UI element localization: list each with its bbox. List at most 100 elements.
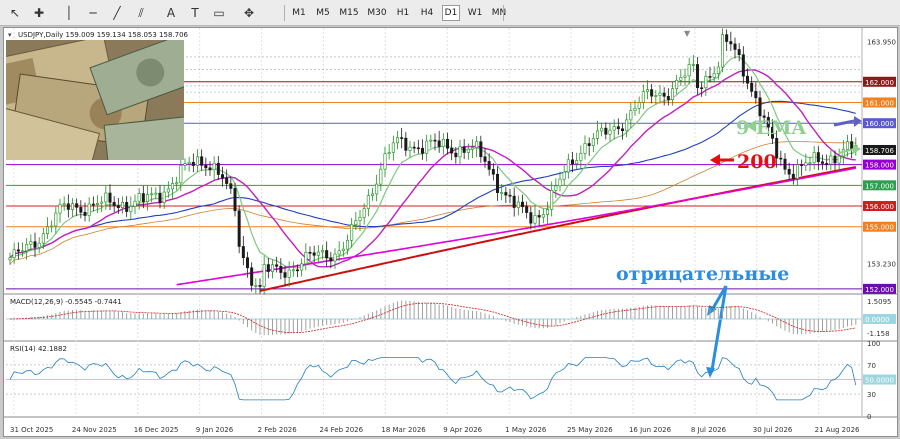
chart-symbol-title: USDJPY,Daily 159.009 159.134 158.053 158…: [18, 31, 189, 39]
candle-body: [158, 192, 162, 203]
candle-body: [150, 193, 154, 196]
candle-body: [300, 263, 304, 271]
ema9-annotation: 9 EMA: [736, 117, 806, 139]
timeframe-m15[interactable]: M15: [338, 5, 360, 21]
toolbar: ↖ ✚ │ ─ ╱ ⫽ A T ▭ ✥ M1 M5 M15 M30 H1 H4 D1 W1 MN: [0, 0, 900, 26]
timeframe-h4[interactable]: H4: [418, 5, 436, 21]
candle-body: [462, 146, 466, 153]
shapes-icon[interactable]: ✥: [240, 4, 258, 22]
candle-body: [320, 250, 324, 253]
trendline-icon[interactable]: ╱: [108, 4, 126, 22]
candle-body: [412, 146, 416, 149]
current-price-label: 158.706: [865, 147, 894, 155]
candle-body: [533, 215, 537, 224]
candle-body: [550, 190, 554, 210]
timeframe-m30[interactable]: M30: [366, 5, 388, 21]
candle-body: [529, 212, 533, 224]
level-label: 155.000: [865, 224, 894, 232]
macd-title: MACD(12,26,9) -0.5545 -0.7441: [10, 298, 122, 306]
candle-body: [725, 34, 729, 42]
timeframe-m1[interactable]: M1: [290, 5, 308, 21]
timeframe-w1[interactable]: W1: [466, 5, 484, 21]
candle-body: [837, 155, 841, 164]
candle-body: [183, 163, 187, 166]
timeframe-m5[interactable]: M5: [314, 5, 332, 21]
candle-body: [266, 264, 270, 272]
candle-body: [25, 244, 29, 252]
candle-body: [358, 217, 362, 222]
candle-body: [504, 192, 508, 196]
candle-body: [729, 41, 733, 45]
candle-body: [341, 248, 345, 252]
candle-body: [225, 177, 229, 184]
candle-body: [591, 138, 595, 146]
candle-body: [200, 156, 204, 166]
label-icon[interactable]: T: [186, 4, 204, 22]
cursor-icon[interactable]: ↖: [6, 4, 24, 22]
candle-body: [583, 143, 587, 154]
candle-body: [787, 169, 791, 175]
rsi-title: RSI(14) 42.1882: [10, 345, 67, 353]
candle-body: [825, 163, 829, 165]
macd-axis-top: 1.5095: [867, 298, 892, 306]
date-axis-label: 18 Mar 2026: [381, 426, 426, 434]
candle-body: [112, 202, 116, 206]
candle-body: [16, 249, 20, 252]
candle-body: [125, 202, 129, 212]
rectangle-icon[interactable]: ▭: [210, 4, 228, 22]
date-axis-label: 9 Apr 2026: [443, 426, 482, 434]
candle-body: [608, 129, 612, 135]
candle-body: [625, 119, 629, 132]
candle-body: [91, 203, 95, 206]
candle-body: [162, 191, 166, 203]
timeframe-mn[interactable]: MN: [490, 5, 508, 21]
candle-body: [654, 95, 658, 97]
candle-body: [441, 138, 445, 147]
vertical-line-icon[interactable]: │: [60, 4, 78, 22]
candle-body: [683, 75, 687, 78]
horizontal-line-icon[interactable]: ─: [84, 4, 102, 22]
candle-body: [779, 157, 783, 160]
candle-body: [600, 127, 604, 132]
crosshair-icon[interactable]: ✚: [30, 4, 48, 22]
candle-body: [262, 264, 266, 287]
currency-banknotes-image: [6, 40, 184, 160]
candle-body: [633, 107, 637, 111]
candle-body: [133, 200, 137, 207]
candle-body: [737, 49, 741, 56]
date-axis-label: 21 Aug 2026: [815, 426, 860, 434]
candle-body: [291, 269, 295, 272]
candle-body: [416, 147, 420, 150]
candle-body: [445, 138, 449, 149]
candle-body: [616, 126, 620, 130]
text-icon[interactable]: A: [162, 4, 180, 22]
toolbar-separator: [284, 5, 285, 21]
timeframe-h1[interactable]: H1: [394, 5, 412, 21]
timeframe-d1[interactable]: D1: [442, 5, 460, 21]
channel-icon[interactable]: ⫽: [132, 4, 150, 22]
candle-body: [783, 158, 787, 170]
candle-body: [121, 202, 125, 208]
candle-body: [466, 148, 470, 153]
candle-body: [675, 80, 679, 90]
candle-body: [204, 165, 208, 169]
candle-body: [483, 156, 487, 162]
candle-body: [487, 161, 491, 170]
candle-body: [270, 264, 274, 272]
date-axis-label: 16 Jun 2026: [629, 426, 672, 434]
candle-body: [662, 92, 666, 97]
chart-window[interactable]: 162.000 161.000 160.000 158.000 157.000 156.0…: [3, 27, 898, 437]
candle-body: [166, 188, 170, 193]
candle-body: [212, 162, 216, 171]
candle-body: [695, 64, 699, 89]
candle-body: [216, 162, 220, 175]
candle-body: [687, 64, 691, 77]
toolbar-separator: [503, 5, 504, 21]
rsi-axis-label: 30: [867, 391, 876, 399]
candle-body: [137, 193, 141, 202]
candle-body: [804, 162, 808, 166]
candle-body: [845, 141, 849, 150]
symbol-dropdown-icon: ▾: [8, 31, 12, 39]
scroll-marker-icon: ▼: [684, 29, 691, 38]
candle-body: [116, 205, 120, 208]
